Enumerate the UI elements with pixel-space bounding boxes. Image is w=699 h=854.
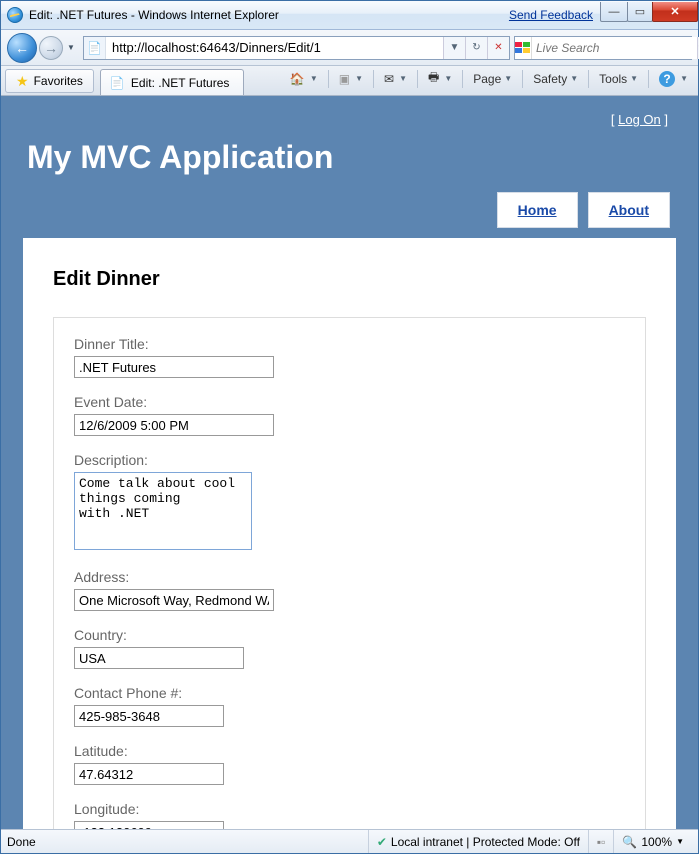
latitude-input[interactable] — [74, 763, 224, 785]
status-text: Done — [7, 835, 368, 849]
favorites-label: Favorites — [34, 74, 83, 88]
separator — [588, 70, 589, 88]
search-input[interactable] — [532, 37, 697, 59]
zoom-icon: 🔍 — [622, 835, 637, 849]
send-feedback-link[interactable]: Send Feedback — [509, 8, 593, 22]
home-icon: 🏠 — [290, 72, 305, 86]
country-input[interactable] — [74, 647, 244, 669]
window-titlebar: Edit: .NET Futures - Windows Internet Ex… — [1, 1, 698, 30]
privacy-icon: ▪▫ — [597, 835, 606, 849]
address-label: Address: — [74, 569, 625, 585]
zoom-dropdown-icon: ▼ — [676, 837, 684, 846]
description-label: Description: — [74, 452, 625, 468]
search-provider-icon[interactable] — [515, 37, 532, 59]
page-heading: Edit Dinner — [53, 268, 646, 291]
logon-link[interactable]: Log On — [618, 112, 661, 127]
phone-input[interactable] — [74, 705, 224, 727]
longitude-input[interactable] — [74, 821, 224, 829]
nav-home[interactable]: Home — [497, 192, 578, 228]
nav-about[interactable]: About — [588, 192, 670, 228]
separator — [373, 70, 374, 88]
zoom-level: 100% — [641, 835, 672, 849]
content-card: Edit Dinner Dinner Title: Event Date: De… — [23, 238, 676, 829]
address-input[interactable] — [106, 37, 443, 59]
rss-icon: ▣ — [339, 72, 350, 86]
webpage: [ Log On ] My MVC Application Home About… — [1, 96, 698, 829]
safety-menu[interactable]: Safety▼ — [527, 67, 584, 91]
app-title: My MVC Application — [23, 137, 676, 192]
longitude-label: Longitude: — [74, 801, 625, 817]
maximize-button[interactable]: ▭ — [627, 2, 653, 22]
title-label: Dinner Title: — [74, 336, 625, 352]
tab-title: Edit: .NET Futures — [131, 76, 229, 90]
description-textarea[interactable]: Come talk about cool things coming with … — [74, 472, 252, 550]
navigation-toolbar: ← → ▼ 📄 ▼ ↻ ✕ 🔍 — [1, 30, 698, 66]
security-zone[interactable]: ✔ Local intranet | Protected Mode: Off — [368, 830, 588, 853]
eventdate-input[interactable] — [74, 414, 274, 436]
separator — [417, 70, 418, 88]
stop-button[interactable]: ✕ — [487, 37, 509, 59]
separator — [328, 70, 329, 88]
zoom-control[interactable]: 🔍 100% ▼ — [613, 830, 692, 853]
page-icon: 📄 — [84, 37, 106, 59]
browser-tab[interactable]: 📄 Edit: .NET Futures — [100, 69, 244, 95]
favorites-button[interactable]: ★ Favorites — [5, 69, 94, 93]
tab-icon: 📄 — [109, 75, 125, 91]
logon-area: [ Log On ] — [23, 106, 676, 137]
separator — [648, 70, 649, 88]
back-button[interactable]: ← — [7, 33, 37, 63]
latitude-label: Latitude: — [74, 743, 625, 759]
home-button[interactable]: 🏠▼ — [284, 67, 324, 91]
help-icon: ? — [659, 71, 675, 87]
privacy-button[interactable]: ▪▫ — [588, 830, 614, 853]
mail-icon: ✉ — [384, 72, 394, 86]
zone-label: Local intranet | Protected Mode: Off — [391, 835, 580, 849]
close-button[interactable]: ✕ — [652, 2, 698, 22]
main-nav: Home About — [23, 192, 676, 238]
zone-icon: ✔ — [377, 835, 387, 849]
ie-icon — [7, 7, 23, 23]
print-icon: 🖶 — [428, 68, 439, 89]
window-title: Edit: .NET Futures - Windows Internet Ex… — [29, 8, 509, 22]
star-icon: ★ — [16, 73, 29, 90]
title-input[interactable] — [74, 356, 274, 378]
forward-button[interactable]: → — [39, 36, 63, 60]
tab-toolbar: ★ Favorites 📄 Edit: .NET Futures 🏠▼ ▣▼ ✉… — [1, 66, 698, 96]
status-bar: Done ✔ Local intranet | Protected Mode: … — [1, 829, 698, 853]
country-label: Country: — [74, 627, 625, 643]
nav-history-dropdown[interactable]: ▼ — [65, 43, 77, 52]
address-input[interactable] — [74, 589, 274, 611]
print-button[interactable]: 🖶▼ — [422, 67, 458, 91]
minimize-button[interactable]: — — [600, 2, 628, 22]
separator — [522, 70, 523, 88]
mail-button[interactable]: ✉▼ — [378, 67, 413, 91]
feeds-button[interactable]: ▣▼ — [333, 67, 369, 91]
page-header: [ Log On ] My MVC Application Home About — [1, 96, 698, 238]
help-button[interactable]: ?▼ — [653, 67, 694, 91]
page-menu[interactable]: Page▼ — [467, 67, 518, 91]
address-bar: 📄 ▼ ↻ ✕ — [83, 36, 510, 60]
tools-menu[interactable]: Tools▼ — [593, 67, 644, 91]
eventdate-label: Event Date: — [74, 394, 625, 410]
address-dropdown[interactable]: ▼ — [443, 37, 465, 59]
separator — [462, 70, 463, 88]
phone-label: Contact Phone #: — [74, 685, 625, 701]
edit-form: Dinner Title: Event Date: Description: C… — [53, 317, 646, 829]
search-bar: 🔍 — [514, 36, 692, 60]
content-viewport[interactable]: [ Log On ] My MVC Application Home About… — [1, 96, 698, 829]
refresh-button[interactable]: ↻ — [465, 37, 487, 59]
